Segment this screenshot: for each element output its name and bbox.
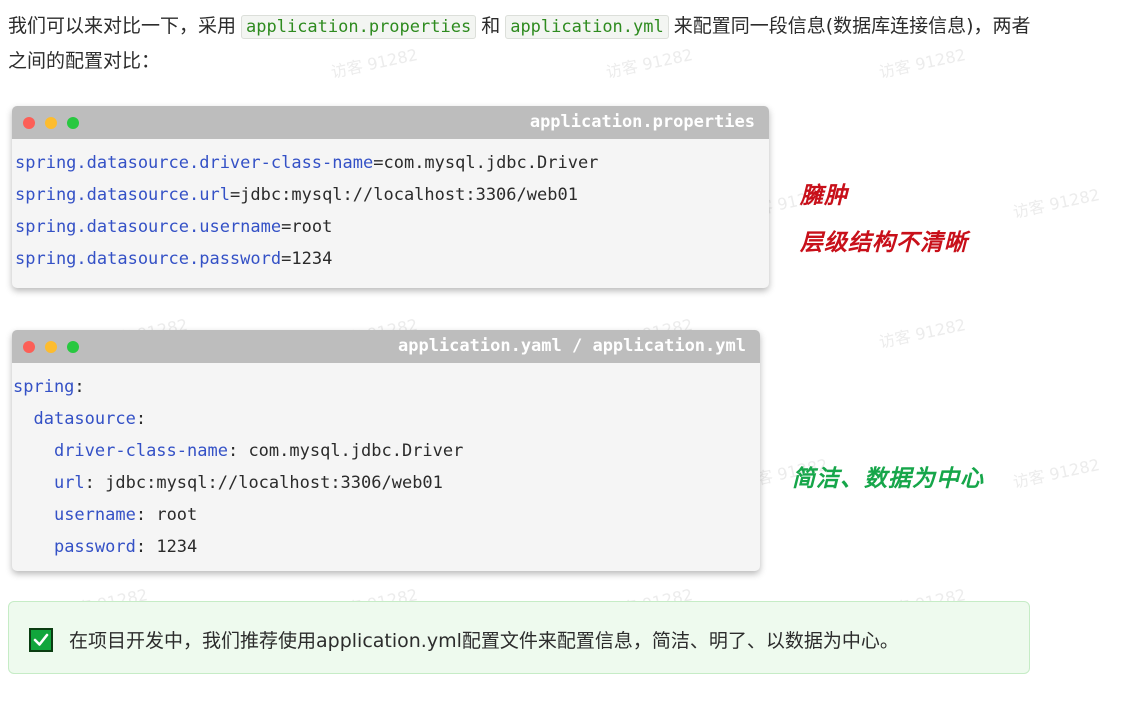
- tip-text: 在项目开发中，我们推荐使用application.yml配置文件来配置信息，简洁…: [69, 630, 899, 652]
- property-value: 1234: [291, 249, 333, 269]
- code-window-title: application.yaml / application.yml: [398, 336, 746, 356]
- yaml-code-block: application.yaml / application.yml sprin…: [12, 330, 760, 571]
- code-line: spring.datasource.driver-class-name=com.…: [15, 153, 599, 173]
- code-window-titlebar: application.properties: [12, 106, 769, 139]
- maximize-dot-icon: [67, 117, 79, 129]
- yaml-key: username: [53, 505, 136, 525]
- minimize-dot-icon: [45, 117, 57, 129]
- watermark: 访客 91282: [877, 315, 968, 352]
- property-value: com.mysql.jdbc.Driver: [383, 153, 599, 173]
- yaml-key: spring: [13, 377, 75, 397]
- code-line: driver-class-name: com.mysql.jdbc.Driver: [53, 441, 464, 461]
- tip-box: 在项目开发中，我们推荐使用application.yml配置文件来配置信息，简洁…: [8, 601, 1030, 674]
- yaml-value: root: [156, 505, 198, 525]
- code-line: username: root: [53, 505, 198, 525]
- properties-code-block: application.properties spring.datasource…: [12, 106, 769, 288]
- intro-text-before: 我们可以来对比一下，采用: [8, 15, 237, 37]
- property-value: jdbc:mysql://localhost:3306/web01: [240, 185, 578, 205]
- code-window-title: application.properties: [529, 112, 755, 132]
- intro-text-mid: 和: [481, 15, 501, 37]
- yaml-value: com.mysql.jdbc.Driver: [248, 441, 464, 461]
- code-line: spring.datasource.password=1234: [15, 249, 333, 269]
- yaml-code-content: spring: datasource: driver-class-name: c…: [12, 363, 760, 563]
- yaml-key: password: [53, 537, 136, 557]
- yaml-value: 1234: [156, 537, 198, 557]
- annotation-unclear-hierarchy: 层级结构不清晰: [800, 229, 968, 256]
- inline-code-yml: application.yml: [505, 15, 669, 39]
- close-dot-icon: [23, 117, 35, 129]
- property-value: root: [291, 217, 333, 237]
- intro-paragraph: 我们可以来对比一下，采用 application.properties 和 appli…: [8, 9, 1038, 78]
- code-line: spring.datasource.username=root: [15, 217, 333, 237]
- annotation-bloated: 臃肿: [800, 182, 848, 209]
- yaml-value: jdbc:mysql://localhost:3306/web01: [105, 473, 443, 493]
- properties-code-content: spring.datasource.driver-class-name=com.…: [12, 139, 769, 275]
- inline-code-properties: application.properties: [241, 15, 477, 39]
- watermark: 访客 91282: [1011, 185, 1102, 222]
- yaml-key: datasource: [33, 409, 136, 429]
- code-line: datasource:: [33, 409, 147, 429]
- yaml-key: url: [53, 473, 85, 493]
- minimize-dot-icon: [45, 341, 57, 353]
- checkmark-icon: [29, 628, 53, 652]
- code-window-titlebar: application.yaml / application.yml: [12, 330, 760, 363]
- code-line: password: 1234: [53, 537, 198, 557]
- code-line: url: jdbc:mysql://localhost:3306/web01: [53, 473, 443, 493]
- property-key: spring.datasource.driver-class-name: [15, 153, 374, 173]
- annotation-concise: 简洁、数据为中心: [792, 465, 984, 492]
- property-key: spring.datasource.username: [15, 217, 282, 237]
- code-line: spring.datasource.url=jdbc:mysql://local…: [15, 185, 578, 205]
- property-key: spring.datasource.password: [15, 249, 282, 269]
- close-dot-icon: [23, 341, 35, 353]
- code-line: spring:: [13, 377, 85, 397]
- yaml-key: driver-class-name: [53, 441, 228, 461]
- property-key: spring.datasource.url: [15, 185, 230, 205]
- maximize-dot-icon: [67, 341, 79, 353]
- watermark: 访客 91282: [1011, 455, 1102, 492]
